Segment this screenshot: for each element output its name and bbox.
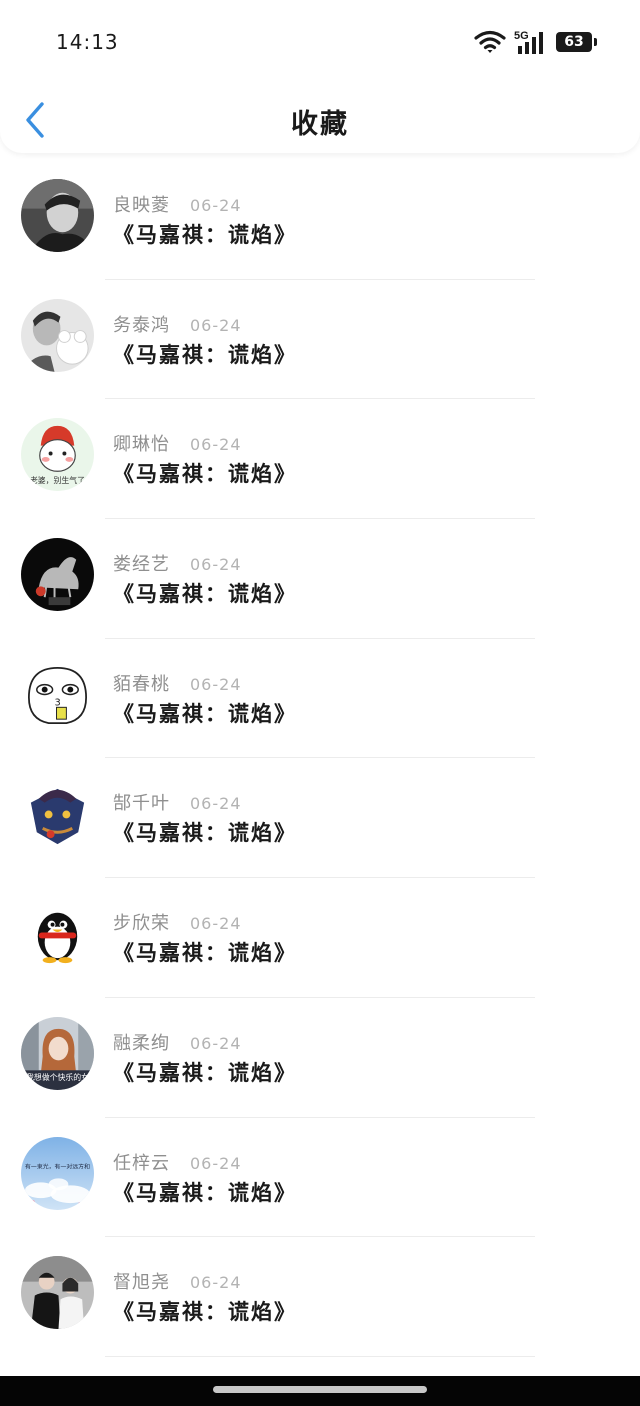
user-name: 任梓云: [113, 1152, 170, 1174]
user-name: 融柔绚: [113, 1032, 170, 1054]
item-title[interactable]: 《马嘉祺：谎焰》: [113, 1177, 297, 1207]
avatar-caption: 我想做个快乐的女: [26, 1072, 89, 1082]
header: 14:13 5G 63 收藏: [0, 0, 640, 153]
avatar[interactable]: 有一束光，有一对远方和: [21, 1136, 94, 1210]
date-label: 06-24: [190, 555, 242, 575]
avatar[interactable]: [21, 777, 94, 851]
date-label: 06-24: [190, 674, 242, 694]
item-title[interactable]: 《马嘉祺：谎焰》: [113, 578, 297, 608]
home-indicator[interactable]: [213, 1386, 427, 1393]
list-item[interactable]: 务泰鸿 06-24 《马嘉祺：谎焰》: [0, 280, 640, 400]
item-title[interactable]: 《马嘉祺：谎焰》: [113, 1296, 297, 1326]
user-name: 郜千叶: [113, 793, 170, 815]
name-row: 良映菱 06-24: [113, 191, 242, 217]
item-title[interactable]: 《马嘉祺：谎焰》: [113, 937, 297, 967]
favorites-list: 良映菱 06-24 《马嘉祺：谎焰》 务泰鸿 06-24 《马嘉祺：谎焰》 老婆…: [0, 160, 640, 1357]
avatar-caption: 有一束光，有一对远方和: [25, 1162, 90, 1170]
item-title[interactable]: 《马嘉祺：谎焰》: [113, 219, 297, 249]
list-item[interactable]: 有一束光，有一对远方和 任梓云 06-24 《马嘉祺：谎焰》: [0, 1118, 640, 1238]
date-label: 06-24: [190, 1153, 242, 1173]
item-title[interactable]: 《马嘉祺：谎焰》: [113, 339, 297, 369]
user-name: 步欣荣: [113, 913, 170, 935]
user-name: 督旭尧: [113, 1272, 170, 1294]
name-row: 步欣荣 06-24: [113, 909, 242, 935]
avatar[interactable]: 3: [21, 657, 94, 731]
battery-icon: 63: [556, 32, 597, 52]
battery-level: 63: [564, 34, 584, 50]
list-item[interactable]: 良映菱 06-24 《马嘉祺：谎焰》: [0, 160, 640, 280]
name-row: 郜千叶 06-24: [113, 789, 242, 815]
avatar[interactable]: [21, 179, 94, 252]
list-item[interactable]: 3 貊春桃 06-24 《马嘉祺：谎焰》: [0, 639, 640, 759]
date-label: 06-24: [190, 435, 242, 455]
item-title[interactable]: 《马嘉祺：谎焰》: [113, 817, 297, 847]
avatar[interactable]: [21, 897, 94, 971]
name-row: 娄经艺 06-24: [113, 550, 242, 576]
page-title: 收藏: [291, 109, 349, 140]
user-name: 卿琳怡: [113, 434, 170, 456]
date-label: 06-24: [190, 315, 242, 335]
avatar[interactable]: [21, 298, 94, 372]
list-item[interactable]: 督旭尧 06-24 《马嘉祺：谎焰》: [0, 1237, 640, 1357]
date-label: 06-24: [190, 1033, 242, 1053]
item-title[interactable]: 《马嘉祺：谎焰》: [113, 698, 297, 728]
bottom-bar: [0, 1376, 640, 1406]
svg-text:3: 3: [55, 697, 61, 708]
user-name: 良映菱: [113, 195, 170, 216]
avatar-caption: 老婆，别生气了: [30, 475, 85, 485]
name-row: 督旭尧 06-24: [113, 1268, 242, 1294]
name-row: 融柔绚 06-24: [113, 1029, 242, 1055]
item-title[interactable]: 《马嘉祺：谎焰》: [113, 458, 297, 488]
list-item[interactable]: 郜千叶 06-24 《马嘉祺：谎焰》: [0, 758, 640, 879]
avatar[interactable]: [21, 1256, 94, 1330]
name-row: 务泰鸿 06-24: [113, 311, 242, 337]
status-time: 14:13: [56, 30, 119, 54]
avatar[interactable]: 老婆，别生气了: [21, 418, 94, 492]
wifi-icon: [474, 30, 506, 53]
list-item[interactable]: 娄经艺 06-24 《马嘉祺：谎焰》: [0, 519, 640, 639]
list-item[interactable]: 步欣荣 06-24 《马嘉祺：谎焰》: [0, 878, 640, 998]
divider: [105, 1355, 535, 1357]
user-name: 务泰鸿: [113, 314, 170, 336]
list-item[interactable]: 老婆，别生气了 卿琳怡 06-24 《马嘉祺：谎焰》: [0, 399, 640, 520]
status-icons: 5G 63: [474, 28, 597, 56]
name-row: 貊春桃 06-24: [113, 670, 242, 696]
name-row: 卿琳怡 06-24: [113, 430, 242, 456]
date-label: 06-24: [190, 914, 242, 934]
date-label: 06-24: [190, 1273, 242, 1293]
network-label: 5G: [514, 30, 529, 42]
user-name: 貊春桃: [113, 673, 170, 695]
signal-5g-icon: 5G: [514, 30, 543, 54]
item-title[interactable]: 《马嘉祺：谎焰》: [113, 1057, 297, 1087]
avatar[interactable]: [21, 538, 94, 612]
avatar[interactable]: 我想做个快乐的女: [21, 1016, 94, 1090]
date-label: 06-24: [190, 196, 242, 215]
list-item[interactable]: 我想做个快乐的女 融柔绚 06-24 《马嘉祺：谎焰》: [0, 998, 640, 1118]
user-name: 娄经艺: [113, 554, 170, 576]
date-label: 06-24: [190, 794, 242, 814]
name-row: 任梓云 06-24: [113, 1149, 242, 1175]
